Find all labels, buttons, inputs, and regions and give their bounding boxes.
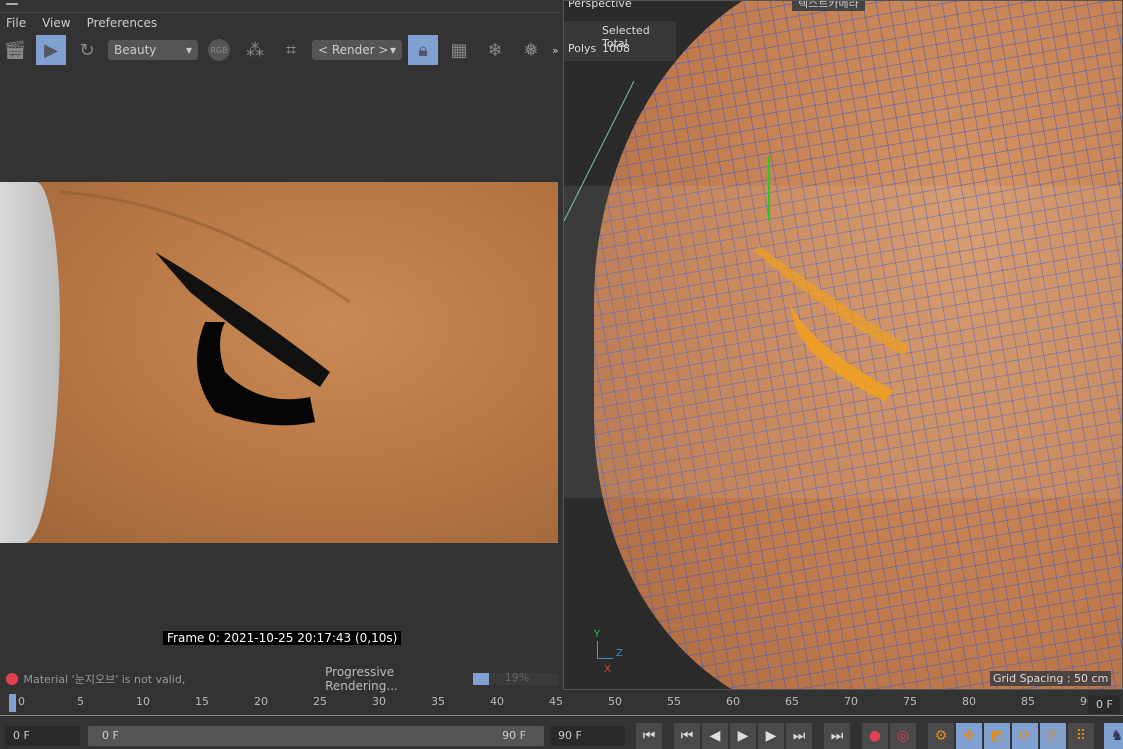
- status-message: Material '눈지오브' is not valid,: [23, 673, 186, 686]
- play-button[interactable]: ▶: [730, 723, 756, 749]
- timeline-tick: 65: [785, 695, 799, 708]
- polys-value: 1008: [602, 42, 630, 55]
- axis-z-label: Z: [616, 648, 623, 659]
- snowflake-g-icon[interactable]: ❅: [516, 35, 546, 65]
- progress-percent: 19%: [504, 671, 530, 684]
- next-frame-button[interactable]: ▶: [758, 723, 784, 749]
- range-start: 0 F: [102, 729, 119, 742]
- previous-key-button[interactable]: ⏮: [674, 723, 700, 749]
- viewport-perspective[interactable]: Perspective 텍스트카메라 Selected Total Polys …: [563, 0, 1123, 690]
- timeline-tick: 30: [372, 695, 386, 708]
- error-icon: [6, 673, 18, 685]
- progress-bar: 19%: [472, 671, 559, 685]
- timeline-tick: 45: [549, 695, 563, 708]
- range-end: 90 F: [502, 729, 526, 742]
- more-button[interactable]: »: [552, 44, 559, 57]
- timeline-tick: 75: [903, 695, 917, 708]
- go-to-end-button[interactable]: ⏭: [824, 723, 850, 749]
- grid-spacing: Grid Spacing : 50 cm: [990, 671, 1112, 686]
- timeline-tick: 0: [18, 695, 25, 708]
- axis-y-label: Y: [594, 629, 601, 640]
- progress-fill: [472, 673, 490, 685]
- panel-grip-icon[interactable]: [6, 3, 18, 5]
- chevron-down-icon: ▾: [389, 43, 396, 57]
- status-bar: Material '눈지오브' is not valid, Progressiv…: [0, 665, 559, 693]
- grid-icon[interactable]: ▦: [444, 35, 474, 65]
- refresh-icon[interactable]: ↻: [72, 35, 102, 65]
- stats-overlay: Selected Total Polys 1008: [564, 21, 676, 61]
- toolbar: 🎬︎ ▶ ↻ Beauty ▾ RGB ⁂ ⌗ < Render > ▾ 🔒︎ ▦ …: [0, 34, 559, 66]
- polys-label: Polys: [568, 42, 597, 55]
- start-frame-field[interactable]: 0 F: [5, 726, 80, 746]
- transport-controls: 0 F 0 F 90 F 90 F ⏮ ⏮ ◀ ▶ ▶ ⏭ ⏭ ● ◎ ⚙ ✥ …: [0, 723, 1123, 749]
- picture-viewer-panel: File View Preferences 🎬︎ ▶ ↻ Beauty ▾ RGB…: [0, 0, 559, 693]
- channel-select[interactable]: Beauty ▾: [108, 40, 198, 60]
- timeline-tick: 35: [431, 695, 445, 708]
- go-to-start-button[interactable]: ⏮: [636, 723, 662, 749]
- rgb-button[interactable]: RGB: [204, 35, 234, 65]
- chevron-down-icon: ▾: [185, 43, 192, 57]
- menu-file[interactable]: File: [6, 16, 26, 30]
- render-play-button[interactable]: ▶: [36, 35, 66, 65]
- channel-value: Beauty: [114, 43, 157, 57]
- rotate-key-button[interactable]: ⟳: [1012, 723, 1038, 749]
- end-frame-field[interactable]: 90 F: [550, 726, 625, 746]
- clapper-icon[interactable]: 🎬︎: [0, 35, 30, 65]
- menu-bar: File View Preferences: [0, 12, 559, 32]
- keyframe-settings-button[interactable]: ⚙: [928, 723, 954, 749]
- timeline-tick: 50: [608, 695, 622, 708]
- timeline-tick: 15: [195, 695, 209, 708]
- crop-icon[interactable]: ⌗: [276, 35, 306, 65]
- previous-frame-button[interactable]: ◀: [702, 723, 728, 749]
- timeline-ruler[interactable]: 0 5 10 15 20 25 30 35 40 45 50 55 60 65 70 75 80 85 90 0 F: [0, 692, 1123, 716]
- lock-icon[interactable]: 🔒︎: [408, 35, 438, 65]
- record-key-button[interactable]: ●: [862, 723, 888, 749]
- render-select-value: < Render >: [318, 43, 389, 57]
- viewport-name[interactable]: Perspective: [568, 1, 632, 10]
- frame-info: Frame 0: 2021-10-25 20:17:43 (0,10s): [163, 631, 402, 645]
- eyelash-render: [59, 190, 351, 426]
- parameter-key-button[interactable]: Ⓟ: [1040, 723, 1066, 749]
- timeline-tick: 85: [1021, 695, 1035, 708]
- autokey-button[interactable]: ◎: [890, 723, 916, 749]
- timeline-tick: 55: [667, 695, 681, 708]
- render-image: [0, 182, 558, 543]
- camera-label[interactable]: 텍스트카메라: [792, 1, 865, 11]
- dither-icon[interactable]: ⁂: [240, 35, 270, 65]
- axis-x-label: X: [604, 664, 611, 675]
- timeline-tick: 5: [77, 695, 84, 708]
- scale-key-button[interactable]: ◩: [984, 723, 1010, 749]
- timeline-tick: 60: [726, 695, 740, 708]
- menu-view[interactable]: View: [42, 16, 70, 30]
- scheme-button[interactable]: ♞: [1104, 723, 1123, 749]
- timeline-tick: 20: [254, 695, 268, 708]
- axis-gizmo: Y Z X: [594, 629, 634, 675]
- point-level-button[interactable]: ⠿: [1068, 723, 1094, 749]
- snowflake-icon[interactable]: ❄: [480, 35, 510, 65]
- eyelash-mesh: [564, 80, 909, 401]
- timeline-tick: 80: [962, 695, 976, 708]
- menu-preferences[interactable]: Preferences: [87, 16, 158, 30]
- rgb-label: RGB: [208, 39, 230, 61]
- progress-label: Progressive Rendering...: [325, 665, 398, 693]
- timeline-tick: 40: [490, 695, 504, 708]
- range-slider[interactable]: 0 F 90 F: [88, 726, 544, 746]
- timeline-tick: 10: [136, 695, 150, 708]
- timeline-tick: 70: [844, 695, 858, 708]
- playhead[interactable]: [9, 694, 16, 712]
- move-key-button[interactable]: ✥: [956, 723, 982, 749]
- current-frame-field[interactable]: 0 F: [1088, 696, 1120, 714]
- timeline-tick: 25: [313, 695, 327, 708]
- render-select[interactable]: < Render > ▾: [312, 40, 402, 60]
- next-key-button[interactable]: ⏭: [786, 723, 812, 749]
